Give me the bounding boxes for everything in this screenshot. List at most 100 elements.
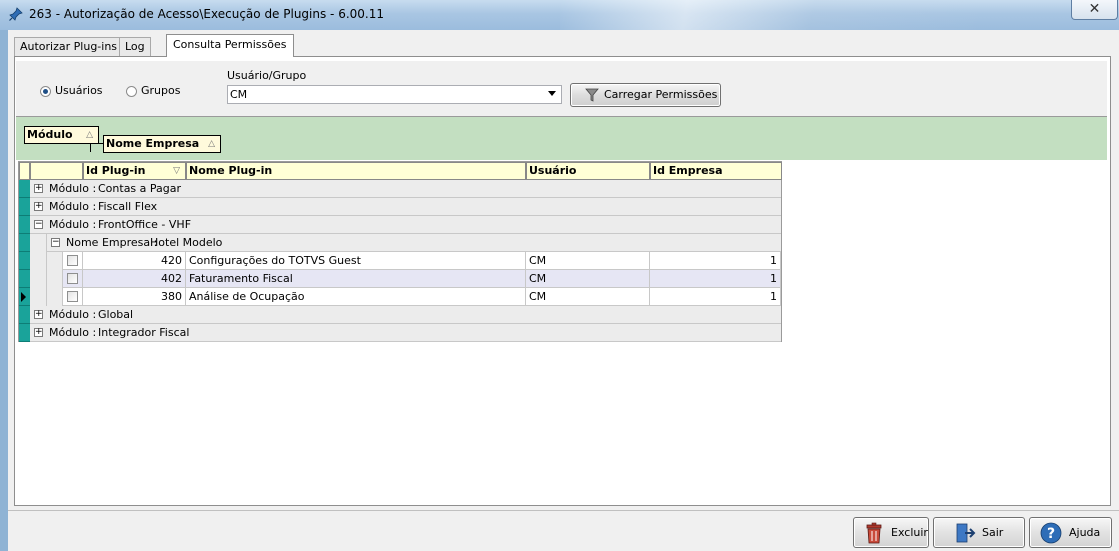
group-chip-modulo[interactable]: Módulo △ (24, 126, 99, 144)
window-title: 263 - Autorização de Acesso\Execução de … (29, 7, 385, 21)
group-row-modulo-prefix: Módulo : (49, 218, 97, 231)
table-row[interactable]: 380 Análise de Ocupação CM 1 (63, 288, 781, 306)
exit-door-icon (956, 523, 976, 543)
bottom-separator (8, 510, 1119, 511)
expand-icon[interactable]: + (34, 328, 43, 337)
sort-asc-icon: △ (86, 130, 93, 140)
row-indicator[interactable] (19, 180, 30, 198)
chevron-down-icon[interactable] (548, 91, 556, 96)
group-row-empresa-prefix: Nome Empresa : (66, 236, 158, 249)
row-checkbox[interactable] (67, 291, 78, 302)
indent-gutter (30, 234, 47, 306)
group-row-modulo-name: FrontOffice - VHF (98, 218, 192, 231)
row-indicator[interactable] (19, 306, 30, 324)
group-row-modulo-name: Integrador Fiscal (98, 326, 190, 339)
group-row-modulo-name: Fiscall Flex (98, 200, 158, 213)
cell-nome-plugin: Análise de Ocupação (186, 288, 526, 306)
carregar-permissoes-label: Carregar Permissões (604, 88, 718, 101)
sair-label: Sair (982, 526, 1004, 539)
row-indicator[interactable] (19, 270, 30, 288)
col-header-id-plugin-label: Id Plug-in (86, 164, 146, 177)
row-indicator[interactable] (19, 234, 30, 252)
cell-id-plugin: 402 (83, 270, 186, 288)
group-row-modulo[interactable]: + Módulo : Global (30, 306, 781, 324)
sair-button[interactable]: Sair (933, 517, 1025, 548)
cell-id-empresa: 1 (650, 270, 781, 288)
group-row-modulo-prefix: Módulo : (49, 308, 97, 321)
row-checkbox[interactable] (67, 273, 78, 284)
group-row-modulo[interactable]: − Módulo : FrontOffice - VHF (30, 216, 781, 234)
indicator-header (19, 162, 30, 180)
radio-grupos-label[interactable]: Grupos (141, 84, 180, 97)
cell-nome-plugin: Configurações do TOTVS Guest (186, 252, 526, 270)
group-row-empresa[interactable]: − Nome Empresa : Hotel Modelo (47, 234, 781, 252)
group-row-modulo-prefix: Módulo : (49, 200, 97, 213)
expand-icon[interactable]: + (34, 184, 43, 193)
help-icon: ? (1040, 522, 1062, 544)
filter-icon (585, 88, 599, 102)
radio-usuarios-label[interactable]: Usuários (55, 84, 103, 97)
sort-asc-icon: △ (208, 139, 215, 149)
excluir-button[interactable]: Excluir (853, 517, 929, 548)
cell-usuario: CM (526, 270, 650, 288)
group-row-modulo-prefix: Módulo : (49, 326, 97, 339)
col-header-usuario[interactable]: Usuário (526, 162, 650, 180)
usuario-grupo-label: Usuário/Grupo (227, 69, 307, 82)
svg-text:?: ? (1047, 526, 1055, 542)
row-indicator[interactable] (19, 252, 30, 270)
group-row-modulo[interactable]: + Módulo : Integrador Fiscal (30, 324, 781, 342)
expand-icon[interactable]: + (34, 310, 43, 319)
close-button[interactable]: ✕ (1071, 0, 1118, 20)
indent-gutter (47, 252, 63, 306)
sort-desc-icon: ▽ (173, 166, 180, 176)
col-header-id-plugin[interactable]: Id Plug-in ▽ (83, 162, 186, 180)
group-chip-nome-empresa-label: Nome Empresa (106, 137, 200, 150)
radio-grupos[interactable] (126, 86, 137, 97)
row-select-cell[interactable] (63, 288, 83, 306)
grid-group-header (30, 162, 83, 180)
collapse-icon[interactable]: − (51, 238, 60, 247)
cell-id-plugin: 380 (83, 288, 186, 306)
current-row-arrow-icon (21, 292, 26, 302)
cell-id-empresa: 1 (650, 252, 781, 270)
tab-consulta-permissoes[interactable]: Consulta Permissões (166, 34, 294, 57)
tab-autorizar-plugins[interactable]: Autorizar Plug-ins (14, 37, 124, 56)
row-indicator[interactable] (19, 198, 30, 216)
cell-nome-plugin: Faturamento Fiscal (186, 270, 526, 288)
group-chip-nome-empresa[interactable]: Nome Empresa △ (103, 135, 221, 153)
ajuda-label: Ajuda (1069, 526, 1101, 539)
excluir-label: Excluir (891, 526, 928, 539)
group-row-modulo-name: Global (98, 308, 134, 321)
group-chip-modulo-label: Módulo (27, 128, 73, 141)
radio-usuarios[interactable] (40, 86, 51, 97)
table-row[interactable]: 420 Configurações do TOTVS Guest CM 1 (63, 252, 781, 270)
row-indicator[interactable] (19, 324, 30, 342)
trash-icon (866, 522, 882, 544)
row-select-cell[interactable] (63, 252, 83, 270)
table-row[interactable]: 402 Faturamento Fiscal CM 1 (63, 270, 781, 288)
group-connector (90, 143, 91, 152)
col-header-id-empresa[interactable]: Id Empresa (650, 162, 782, 180)
group-row-modulo-prefix: Módulo : (49, 182, 97, 195)
row-checkbox[interactable] (67, 255, 78, 266)
cell-usuario: CM (526, 252, 650, 270)
tab-log[interactable]: Log (119, 37, 151, 56)
expand-icon[interactable]: + (34, 202, 43, 211)
group-row-modulo[interactable]: + Módulo : Fiscall Flex (30, 198, 781, 216)
collapse-icon[interactable]: − (34, 220, 43, 229)
carregar-permissoes-button[interactable]: Carregar Permissões (570, 83, 721, 107)
group-row-empresa-name: Hotel Modelo (150, 236, 223, 249)
cell-usuario: CM (526, 288, 650, 306)
col-header-nome-plugin[interactable]: Nome Plug-in (186, 162, 526, 180)
row-select-cell[interactable] (63, 270, 83, 288)
pin-app-icon (9, 7, 23, 21)
group-row-modulo[interactable]: + Módulo : Contas a Pagar (30, 180, 781, 198)
usuario-grupo-select[interactable]: CM (227, 85, 562, 104)
group-connector (90, 143, 104, 144)
row-indicator[interactable] (19, 216, 30, 234)
cell-id-plugin: 420 (83, 252, 186, 270)
group-row-modulo-name: Contas a Pagar (98, 182, 182, 195)
close-icon: ✕ (1088, 1, 1101, 17)
cell-id-empresa: 1 (650, 288, 781, 306)
ajuda-button[interactable]: ? Ajuda (1029, 517, 1112, 548)
